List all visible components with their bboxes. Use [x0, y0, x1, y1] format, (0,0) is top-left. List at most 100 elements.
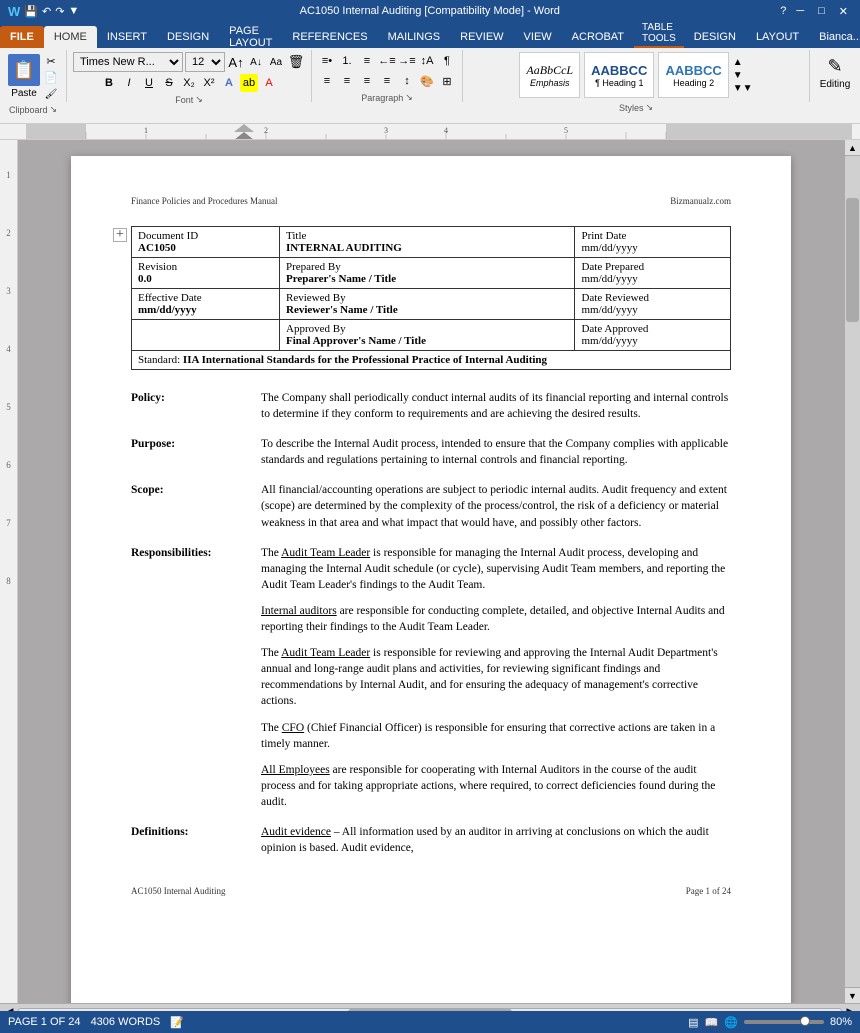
styles-expand[interactable]: ↘ — [645, 102, 653, 113]
word-count: 4306 WORDS — [91, 1016, 161, 1028]
text-effects-button[interactable]: A — [220, 74, 238, 92]
definitions-content: Audit evidence – All information used by… — [261, 824, 731, 856]
line-spacing-button[interactable]: ↕ — [398, 72, 416, 90]
paragraph-group: ≡• 1. ≡ ←≡ →≡ ↕A ¶ ≡ ≡ ≡ ≡ ↕ 🎨 ⊞ Paragra… — [312, 50, 463, 102]
tab-review[interactable]: REVIEW — [450, 26, 513, 48]
quick-access-undo[interactable]: ↶ — [42, 5, 51, 18]
table-tools-label: TABLE TOOLS — [634, 20, 684, 48]
strikethrough-button[interactable]: S — [160, 74, 178, 92]
title-bar-title: AC1050 Internal Auditing [Compatibility … — [79, 5, 780, 17]
word-icon: W — [8, 4, 20, 19]
tab-design[interactable]: DESIGN — [157, 26, 219, 48]
scroll-up-button[interactable]: ▲ — [845, 140, 860, 156]
shading-button[interactable]: 🎨 — [418, 72, 436, 90]
tab-file[interactable]: FILE — [0, 26, 44, 48]
italic-button[interactable]: I — [120, 74, 138, 92]
copy-button[interactable]: 📄 — [42, 70, 60, 85]
resp-para-1: The Audit Team Leader is responsible for… — [261, 545, 731, 593]
align-right-button[interactable]: ≡ — [358, 72, 376, 90]
tab-insert[interactable]: INSERT — [97, 26, 157, 48]
font-color-button[interactable]: A — [260, 74, 278, 92]
change-case-button[interactable]: Aa — [267, 53, 285, 71]
document-area: Finance Policies and Procedures Manual B… — [18, 140, 844, 1003]
align-left-button[interactable]: ≡ — [318, 72, 336, 90]
bold-button[interactable]: B — [100, 74, 118, 92]
title-bar: W 💾 ↶ ↷ ▼ AC1050 Internal Auditing [Comp… — [0, 0, 860, 22]
tab-references[interactable]: REFERENCES — [282, 26, 377, 48]
bullets-button[interactable]: ≡• — [318, 52, 336, 70]
superscript-button[interactable]: X² — [200, 74, 218, 92]
title-bar-left: W 💾 ↶ ↷ ▼ — [8, 4, 79, 19]
purpose-content: To describe the Internal Audit process, … — [261, 436, 731, 468]
tab-tt-layout[interactable]: LAYOUT — [746, 26, 809, 48]
tab-home[interactable]: HOME — [44, 26, 97, 48]
user-account[interactable]: Bianca... — [809, 26, 860, 48]
borders-button[interactable]: ⊞ — [438, 72, 456, 90]
all-employees: All Employees — [261, 764, 330, 776]
justify-button[interactable]: ≡ — [378, 72, 396, 90]
definitions-text: Audit evidence – All information used by… — [261, 824, 731, 856]
horizontal-ruler: 1 2 3 4 5 — [0, 124, 860, 140]
track-changes-icon[interactable]: 📝 — [170, 1016, 184, 1029]
table-row: Approved ByFinal Approver's Name / Title… — [132, 320, 731, 351]
close-btn[interactable]: ✕ — [835, 5, 852, 18]
standard-cell: Standard: IIA International Standards fo… — [132, 351, 731, 370]
editing-button[interactable]: ✎ Editing — [820, 56, 851, 90]
paste-button[interactable]: 📋 Paste — [6, 52, 42, 102]
style-heading1[interactable]: AABBCC ¶ Heading 1 — [584, 52, 654, 98]
table-insert-plus[interactable]: + — [113, 228, 127, 242]
responsibilities-section: Responsibilities: The Audit Team Leader … — [131, 545, 731, 810]
scroll-thumb[interactable] — [846, 198, 859, 323]
revision-cell: Revision0.0 — [132, 258, 280, 289]
tab-page-layout[interactable]: PAGE LAYOUT — [219, 26, 282, 48]
resp-para-4: The CFO (Chief Financial Officer) is res… — [261, 720, 731, 752]
align-center-button[interactable]: ≡ — [338, 72, 356, 90]
zoom-slider[interactable] — [744, 1020, 824, 1024]
minimize-btn[interactable]: ─ — [792, 5, 808, 17]
format-painter-button[interactable]: 🖌 — [42, 87, 60, 102]
svg-text:5: 5 — [564, 126, 568, 135]
tab-acrobat[interactable]: ACROBAT — [562, 26, 634, 48]
styles-scroll-up[interactable]: ▲ ▼ ▼▼ — [733, 57, 753, 94]
numbering-button[interactable]: 1. — [338, 52, 356, 70]
grow-font-button[interactable]: A↑ — [227, 53, 245, 71]
resp-para-3: The Audit Team Leader is responsible for… — [261, 645, 731, 709]
quick-access-redo[interactable]: ↷ — [55, 5, 64, 18]
paragraph-expand[interactable]: ↘ — [405, 92, 413, 103]
font-name-select[interactable]: Times New R... — [73, 52, 183, 72]
tab-mailings[interactable]: MAILINGS — [378, 26, 451, 48]
scroll-track[interactable] — [845, 156, 860, 987]
audit-team-leader-1: Audit Team Leader — [281, 547, 370, 559]
clipboard-expand[interactable]: ↘ — [49, 104, 57, 115]
highlight-button[interactable]: ab — [240, 74, 258, 92]
show-marks-button[interactable]: ¶ — [438, 52, 456, 70]
paragraph-label: Paragraph — [361, 93, 403, 103]
subscript-button[interactable]: X₂ — [180, 74, 198, 92]
maximize-btn[interactable]: □ — [814, 5, 829, 17]
clear-format-button[interactable]: 🗑 — [287, 53, 305, 71]
view-print-btn[interactable]: ▤ — [688, 1016, 698, 1029]
cut-button[interactable]: ✂ — [42, 54, 60, 69]
tab-view[interactable]: VIEW — [514, 26, 562, 48]
vertical-scrollbar[interactable]: ▲ ▼ — [844, 140, 860, 1003]
title-cell: TitleINTERNAL AUDITING — [280, 227, 575, 258]
tab-tt-design[interactable]: DESIGN — [684, 26, 746, 48]
sort-button[interactable]: ↕A — [418, 52, 436, 70]
multilevel-list-button[interactable]: ≡ — [358, 52, 376, 70]
quick-access-more[interactable]: ▼ — [68, 5, 79, 17]
quick-access-save[interactable]: 💾 — [24, 5, 38, 18]
empty-cell — [132, 320, 280, 351]
decrease-indent-button[interactable]: ←≡ — [378, 52, 396, 70]
font-expand[interactable]: ↘ — [195, 94, 203, 105]
underline-button[interactable]: U — [140, 74, 158, 92]
style-emphasis[interactable]: AaBbCcL Emphasis — [519, 52, 580, 98]
view-reading-btn[interactable]: 📖 — [705, 1016, 719, 1029]
help-icon[interactable]: ? — [780, 5, 786, 17]
styles-label: Styles — [619, 103, 644, 113]
font-size-select[interactable]: 12 — [185, 52, 225, 72]
shrink-font-button[interactable]: A↓ — [247, 53, 265, 71]
scroll-down-button[interactable]: ▼ — [845, 987, 860, 1003]
increase-indent-button[interactable]: →≡ — [398, 52, 416, 70]
style-heading2[interactable]: AABBCC Heading 2 — [658, 52, 728, 98]
view-web-btn[interactable]: 🌐 — [724, 1016, 738, 1029]
